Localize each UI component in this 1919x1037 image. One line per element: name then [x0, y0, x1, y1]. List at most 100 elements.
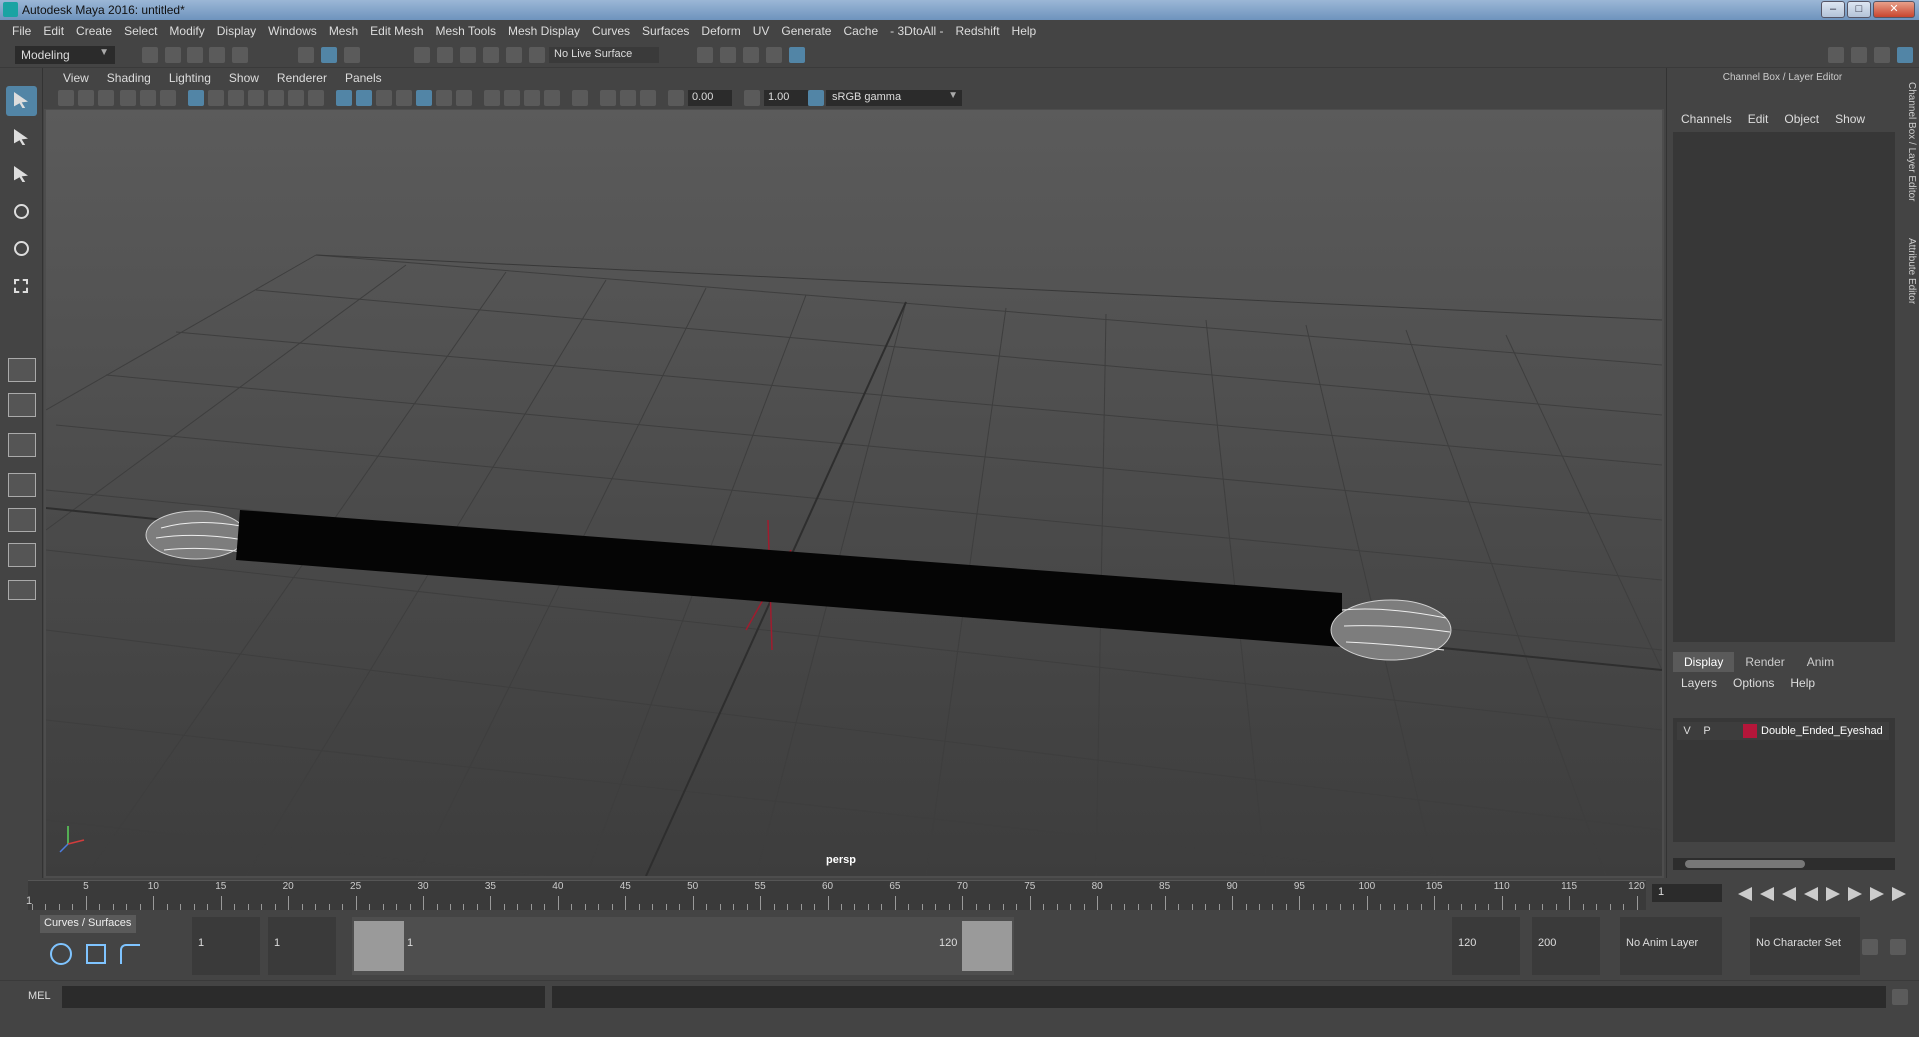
paint-select-tool[interactable]: [6, 160, 37, 190]
cb-menu-show[interactable]: Show: [1827, 112, 1873, 130]
snap-point-icon[interactable]: [460, 47, 476, 63]
field-chart-icon[interactable]: [268, 90, 284, 106]
perspective-viewport[interactable]: persp: [46, 110, 1662, 876]
auto-key-icon[interactable]: [1862, 939, 1878, 955]
step-forward-key-icon[interactable]: [1848, 887, 1862, 901]
xray-components-icon[interactable]: [640, 90, 656, 106]
shadows-icon[interactable]: [456, 90, 472, 106]
script-editor-icon[interactable]: [1892, 989, 1908, 1005]
channel-box-icon[interactable]: [1897, 47, 1913, 63]
new-scene-icon[interactable]: [142, 47, 158, 63]
layer-name[interactable]: Double_Ended_Eyeshad: [1761, 725, 1883, 737]
snap-surface-icon[interactable]: [506, 47, 522, 63]
image-plane-icon[interactable]: [120, 90, 136, 106]
modeling-toolkit-icon[interactable]: [1851, 47, 1867, 63]
tab-render[interactable]: Render: [1734, 652, 1796, 672]
exposure-field[interactable]: 0.00: [688, 90, 732, 106]
workspace-icon[interactable]: [1828, 47, 1844, 63]
menu-windows[interactable]: Windows: [262, 24, 323, 38]
layer-color-swatch[interactable]: [1743, 724, 1757, 738]
panel-menu-show[interactable]: Show: [220, 71, 268, 85]
move-tool[interactable]: [6, 197, 37, 227]
attribute-editor-icon[interactable]: [1874, 47, 1890, 63]
anim-end-field[interactable]: 200: [1532, 917, 1600, 975]
step-back-icon[interactable]: [1760, 887, 1774, 901]
select-object-icon[interactable]: [321, 47, 337, 63]
gamma-field[interactable]: 1.00: [764, 90, 808, 106]
smooth-shade-icon[interactable]: [356, 90, 372, 106]
menu-cache[interactable]: Cache: [837, 24, 884, 38]
snap-view-icon[interactable]: [483, 47, 499, 63]
panel-menu-panels[interactable]: Panels: [336, 71, 391, 85]
anti-aliasing-icon[interactable]: [524, 90, 540, 106]
menu-uv[interactable]: UV: [747, 24, 776, 38]
layer-playback-toggle[interactable]: P: [1697, 725, 1717, 737]
side-tab-channel-box[interactable]: Channel Box / Layer Editor: [1901, 82, 1917, 202]
persp-graph-hypershade-layout-button[interactable]: [8, 543, 36, 567]
menu-generate[interactable]: Generate: [775, 24, 837, 38]
menuset-select[interactable]: Modeling ▼: [15, 46, 115, 64]
panel-menu-lighting[interactable]: Lighting: [160, 71, 220, 85]
animation-prefs-icon[interactable]: [1890, 939, 1906, 955]
menu-display[interactable]: Display: [211, 24, 262, 38]
single-perspective-layout-button[interactable]: [8, 358, 36, 382]
menu-modify[interactable]: Modify: [163, 24, 210, 38]
camera-attributes-icon[interactable]: [78, 90, 94, 106]
menu-help[interactable]: Help: [1006, 24, 1043, 38]
playback-start-field[interactable]: 1: [268, 917, 336, 975]
play-forwards-icon[interactable]: [1826, 887, 1840, 901]
cb-menu-channels[interactable]: Channels: [1673, 112, 1740, 130]
use-lights-icon[interactable]: [436, 90, 452, 106]
film-gate-icon[interactable]: [208, 90, 224, 106]
color-management-icon[interactable]: [808, 90, 824, 106]
motion-blur-icon[interactable]: [504, 90, 520, 106]
safe-title-icon[interactable]: [308, 90, 324, 106]
save-scene-icon[interactable]: [187, 47, 203, 63]
render-frame-icon[interactable]: [720, 47, 736, 63]
menu-edit-mesh[interactable]: Edit Mesh: [364, 24, 429, 38]
persp-hypershade-layout-button[interactable]: [8, 508, 36, 532]
view-transform-select[interactable]: sRGB gamma ▼: [826, 90, 962, 106]
layer-visibility-toggle[interactable]: V: [1677, 725, 1697, 737]
step-back-key-icon[interactable]: [1782, 887, 1796, 901]
current-frame-field[interactable]: 1: [1652, 884, 1722, 902]
go-to-start-icon[interactable]: [1738, 887, 1752, 901]
layer-menu-layers[interactable]: Layers: [1673, 676, 1725, 690]
cb-menu-object[interactable]: Object: [1776, 112, 1827, 130]
gate-mask-icon[interactable]: [248, 90, 264, 106]
snap-vertex-icon[interactable]: [529, 47, 545, 63]
panel-menu-view[interactable]: View: [54, 71, 98, 85]
screen-space-ao-icon[interactable]: [484, 90, 500, 106]
layer-row[interactable]: V P Double_Ended_Eyeshad: [1677, 722, 1889, 740]
default-material-icon[interactable]: [376, 90, 392, 106]
menu-surfaces[interactable]: Surfaces: [636, 24, 695, 38]
layer-menu-help[interactable]: Help: [1782, 676, 1823, 690]
side-tab-attribute-editor[interactable]: Attribute Editor: [1901, 238, 1917, 304]
go-to-end-icon[interactable]: [1892, 887, 1906, 901]
rotate-tool[interactable]: [6, 234, 37, 264]
layer-menu-options[interactable]: Options: [1725, 676, 1782, 690]
lasso-tool[interactable]: [6, 123, 37, 153]
step-forward-icon[interactable]: [1870, 887, 1884, 901]
menu-deform[interactable]: Deform: [695, 24, 746, 38]
select-component-icon[interactable]: [344, 47, 360, 63]
render-settings-icon[interactable]: [766, 47, 782, 63]
layer-scrollbar[interactable]: [1673, 858, 1895, 870]
select-camera-icon[interactable]: [58, 90, 74, 106]
grid-toggle-icon[interactable]: [188, 90, 204, 106]
render-view-icon[interactable]: [697, 47, 713, 63]
resolution-gate-icon[interactable]: [228, 90, 244, 106]
range-start-handle[interactable]: [354, 921, 404, 971]
nurbs-square-button[interactable]: [86, 943, 112, 965]
persp-outliner-layout-button[interactable]: [8, 433, 36, 457]
script-language-label[interactable]: MEL: [28, 990, 51, 1002]
anim-layer-select[interactable]: No Anim Layer: [1620, 917, 1722, 975]
redo-icon[interactable]: [232, 47, 248, 63]
menu-file[interactable]: File: [6, 24, 37, 38]
isolate-select-icon[interactable]: [572, 90, 588, 106]
wireframe-icon[interactable]: [336, 90, 352, 106]
shelf-tab-curves-surfaces[interactable]: Curves / Surfaces: [40, 915, 136, 933]
time-slider-track[interactable]: 5 10 15 20 25 30 35 40 45 50 55 60 65 70 75 80 85 90 95 100…: [28, 880, 1646, 910]
scale-tool[interactable]: [6, 271, 37, 301]
undo-icon[interactable]: [209, 47, 225, 63]
